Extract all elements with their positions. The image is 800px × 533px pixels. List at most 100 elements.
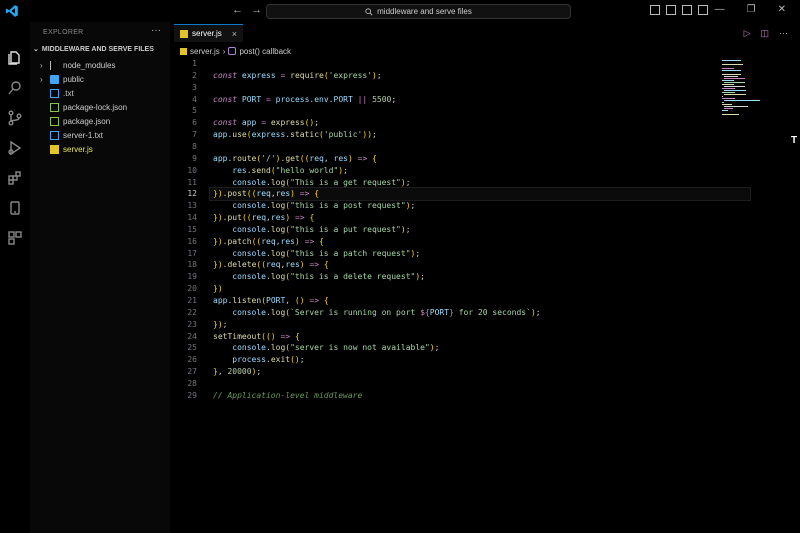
code-line[interactable]: 24 setTimeout(() => {: [170, 331, 730, 343]
command-center-search[interactable]: middleware and serve files: [266, 4, 571, 19]
toggle-primary-sidebar-icon[interactable]: [650, 5, 660, 15]
code-line[interactable]: 4 const PORT = process.env.PORT || 5500;: [170, 94, 730, 106]
breadcrumb-file[interactable]: server.js: [190, 47, 220, 56]
text-file-icon: [50, 130, 59, 140]
minimize-icon[interactable]: —: [715, 4, 725, 15]
tree-item-package-json[interactable]: package.json: [30, 114, 170, 128]
code-text: // Application-level middleware: [213, 390, 363, 400]
tree-item-server-1-txt[interactable]: server-1.txt: [30, 128, 170, 142]
minimap-line: [722, 68, 735, 69]
workspace-section-header[interactable]: ⌄ MIDDLEWARE AND SERVE FILES: [33, 45, 154, 54]
code-line[interactable]: 12 }).post((req,res) => {: [187, 187, 751, 202]
code-text: console.log("this is a put request");: [232, 224, 411, 234]
line-number: 24: [187, 331, 197, 341]
code-line[interactable]: 20}): [170, 283, 730, 295]
line-number: 19: [187, 272, 197, 282]
minimap-line: [724, 100, 760, 101]
code-line[interactable]: 17 console.log("this is a patch request"…: [170, 248, 730, 260]
run-debug-icon[interactable]: [7, 140, 23, 156]
code-line[interactable]: 18}).delete((req,res) => {: [170, 259, 730, 271]
edge-glyph: T: [791, 135, 798, 146]
code-line[interactable]: 27}, 20000);: [170, 366, 730, 378]
close-tab-icon[interactable]: ×: [232, 29, 237, 39]
code-line[interactable]: 19 console.log("this is a delete request…: [170, 271, 730, 283]
minimap[interactable]: [722, 58, 762, 128]
tree-item-server-js[interactable]: server.js: [30, 142, 170, 156]
code-line[interactable]: 6 const app = express();: [170, 117, 730, 129]
tree-item-public[interactable]: › public: [30, 72, 170, 86]
code-text: console.log("this is a post request");: [232, 201, 416, 211]
more-icon[interactable]: ···: [779, 28, 788, 39]
minimap-line: [722, 80, 735, 81]
code-text: const PORT = process.env.PORT || 5500;: [213, 94, 397, 104]
code-line[interactable]: 11 console.log("This is a get request");: [170, 177, 730, 189]
line-number: 25: [187, 343, 197, 353]
split-editor-icon[interactable]: ◫: [760, 28, 769, 39]
vscode-logo-icon: [5, 5, 18, 17]
minimap-line: [722, 104, 732, 105]
code-line[interactable]: 26 process.exit();: [170, 354, 730, 366]
extensions-icon[interactable]: [7, 170, 23, 186]
source-control-icon[interactable]: [7, 110, 23, 126]
folder-icon: [50, 74, 59, 84]
code-line[interactable]: 22 console.log(`Server is running on por…: [170, 307, 730, 319]
code-line[interactable]: 9 app.route('/').get((req, res) => {: [170, 153, 730, 165]
code-line[interactable]: 28: [170, 378, 730, 390]
close-window-icon[interactable]: ✕: [778, 4, 786, 15]
chevron-right-icon: ›: [40, 60, 43, 70]
line-number: 2: [192, 70, 197, 80]
code-line[interactable]: 21 app.listen(PORT, () => {: [170, 295, 730, 307]
json-file-icon: [50, 102, 59, 112]
nav-arrows: ← →: [232, 4, 262, 16]
code-line[interactable]: 8: [170, 141, 730, 153]
tree-item-txt[interactable]: .txt: [30, 86, 170, 100]
testing-icon[interactable]: [7, 230, 23, 246]
code-line[interactable]: 13 console.log("this is a post request")…: [170, 200, 730, 212]
forward-arrow-icon[interactable]: →: [251, 4, 262, 16]
code-line[interactable]: 10 res.send("hello world");: [170, 165, 730, 177]
code-line[interactable]: 3: [170, 82, 730, 94]
explorer-title: EXPLORER: [43, 29, 84, 36]
code-line[interactable]: 25 console.log("server is now not availa…: [170, 342, 730, 354]
text-file-icon: [50, 88, 59, 98]
json-file-icon: [50, 116, 59, 126]
code-line[interactable]: 14}).put((req,res) => {: [170, 212, 730, 224]
line-number: 26: [187, 355, 197, 365]
line-number: 12: [187, 189, 197, 199]
line-number: 29: [187, 390, 197, 400]
line-number: 11: [187, 177, 197, 187]
run-icon[interactable]: ▷: [744, 28, 751, 39]
code-line[interactable]: 16}).patch((req,res) => {: [170, 236, 730, 248]
activity-bar: [0, 22, 30, 533]
minimap-line: [724, 108, 733, 109]
more-actions-icon[interactable]: ···: [151, 25, 161, 36]
code-text: }).post((req,res) => {: [213, 189, 320, 199]
toggle-secondary-sidebar-icon[interactable]: [682, 5, 692, 15]
code-line[interactable]: 2 const express = require('express');: [170, 70, 730, 82]
remote-explorer-icon[interactable]: [7, 200, 23, 216]
minimap-line: [724, 76, 738, 77]
code-line[interactable]: 15 console.log("this is a put request");: [170, 224, 730, 236]
code-line[interactable]: 29 // Application-level middleware: [170, 390, 730, 402]
line-number: 4: [192, 94, 197, 104]
code-line[interactable]: 7 app.use(express.static('public'));: [170, 129, 730, 141]
back-arrow-icon[interactable]: ←: [232, 4, 243, 16]
explorer-icon[interactable]: [7, 50, 23, 66]
code-line[interactable]: 1: [170, 58, 730, 70]
customize-layout-icon[interactable]: [698, 5, 708, 15]
tab-server-js[interactable]: server.js ×: [174, 24, 244, 42]
code-line[interactable]: 23});: [170, 319, 730, 331]
restore-icon[interactable]: ❐: [747, 4, 756, 15]
code-line[interactable]: 5: [170, 105, 730, 117]
tab-bar: server.js × ▷ ◫ ···: [170, 22, 800, 44]
tree-item-node-modules[interactable]: › node_modules: [30, 58, 170, 72]
tree-item-package-lock[interactable]: package-lock.json: [30, 100, 170, 114]
toggle-panel-icon[interactable]: [666, 5, 676, 15]
code-text: setTimeout(() => {: [213, 331, 300, 341]
minimap-line: [722, 98, 736, 99]
breadcrumb-symbol[interactable]: post() callback: [239, 47, 291, 56]
search-view-icon[interactable]: [7, 80, 23, 96]
breadcrumb: server.js › post() callback: [180, 44, 291, 58]
minimap-line: [722, 92, 736, 93]
line-number: 7: [192, 130, 197, 140]
